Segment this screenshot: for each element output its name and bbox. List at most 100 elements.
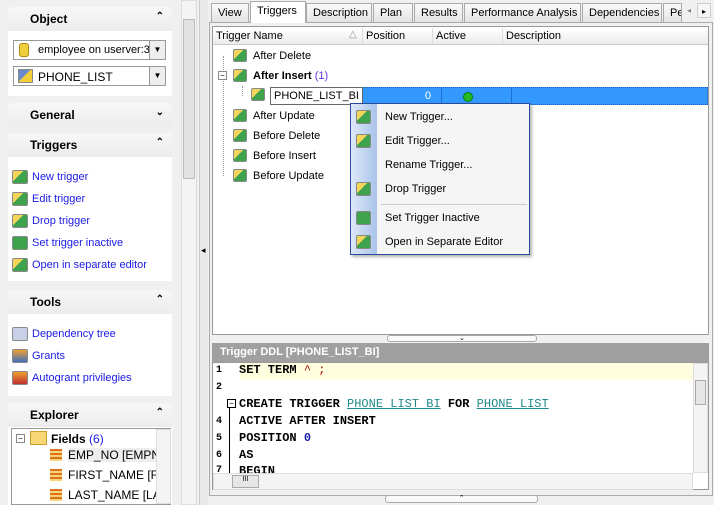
menu-open-separate-editor[interactable]: Open in Separate Editor xyxy=(385,236,503,248)
autogrant-link[interactable]: Autogrant privilegies xyxy=(12,371,132,385)
tab-dependencies[interactable]: Dependencies xyxy=(582,3,662,22)
fields-label: Fields xyxy=(51,432,86,446)
field-item[interactable]: LAST_NAME [LA xyxy=(68,488,161,502)
field-label: EMP_NO [EMPN xyxy=(68,448,161,462)
left-panel-scrollbar[interactable] xyxy=(181,0,197,505)
tab-scroll-left-icon[interactable]: ◂ xyxy=(682,3,696,18)
scrollbar-thumb[interactable] xyxy=(183,19,195,179)
tab-scroll-right-icon[interactable]: ▸ xyxy=(697,3,711,18)
code-line-3: CREATE TRIGGER PHONE LIST BI FOR PHONE L… xyxy=(239,397,549,411)
line-number: 2 xyxy=(216,382,223,393)
triggers-title: Triggers xyxy=(30,138,78,152)
database-combo[interactable]: employee on userver:3 ▼ xyxy=(13,40,166,60)
chevron-down-icon[interactable]: ▼ xyxy=(149,67,165,85)
edit-trigger-link[interactable]: Edit trigger xyxy=(12,192,85,206)
field-item[interactable]: EMP_NO [EMPN xyxy=(68,448,161,462)
folder-icon xyxy=(30,431,47,445)
dependency-tree-link[interactable]: Dependency tree xyxy=(12,327,116,341)
collapse-icon[interactable]: ⌃ xyxy=(156,11,164,22)
menu-set-trigger-inactive[interactable]: Set Trigger Inactive xyxy=(385,212,480,224)
link-label: Autogrant privilegies xyxy=(32,372,132,384)
chevron-down-icon[interactable]: ▼ xyxy=(149,41,165,59)
expand-icon[interactable]: ⌄ xyxy=(156,107,164,118)
grid-header: Trigger Name △ Position Active Descripti… xyxy=(213,28,708,45)
link-label: Edit trigger xyxy=(32,193,86,205)
drop-trigger-icon xyxy=(356,182,371,196)
column-active[interactable]: Active xyxy=(436,30,466,42)
object-title: Object xyxy=(30,12,68,26)
trigger-group-icon xyxy=(233,109,247,122)
link-label: Open in separate editor xyxy=(32,259,147,271)
tab-results[interactable]: Results xyxy=(414,3,463,22)
code-line-6: AS xyxy=(239,448,254,462)
table-combo[interactable]: PHONE_LIST ▼ xyxy=(13,66,166,86)
column-position[interactable]: Position xyxy=(366,30,405,42)
column-description[interactable]: Description xyxy=(506,30,561,42)
tab-more[interactable]: Pe xyxy=(663,3,682,22)
ddl-vertical-scrollbar[interactable] xyxy=(693,363,708,473)
explorer-title: Explorer xyxy=(30,408,79,422)
tab-view[interactable]: View xyxy=(211,3,249,22)
group-before-update[interactable]: Before Update xyxy=(253,170,324,182)
grants-link[interactable]: Grants xyxy=(12,349,65,363)
vertical-splitter[interactable]: ◂ xyxy=(199,0,208,505)
menu-rename-trigger[interactable]: Rename Trigger... xyxy=(385,159,472,171)
tab-label: Pe xyxy=(670,7,681,19)
object-panel-header[interactable]: Object ⌃ xyxy=(8,7,172,31)
drop-trigger-link[interactable]: Drop trigger xyxy=(12,214,90,228)
group-before-delete[interactable]: Before Delete xyxy=(253,130,320,142)
open-editor-icon xyxy=(12,258,28,272)
bottom-splitter[interactable]: ⌃ xyxy=(385,495,538,503)
scrollbar-thumb[interactable]: III xyxy=(232,475,259,488)
line-number: 5 xyxy=(216,433,223,444)
open-separate-editor-link[interactable]: Open in separate editor xyxy=(12,258,147,272)
trigger-group-icon xyxy=(233,69,247,82)
new-trigger-link[interactable]: New trigger xyxy=(12,170,88,184)
menu-drop-trigger[interactable]: Drop Trigger xyxy=(385,183,446,195)
column-trigger-name[interactable]: Trigger Name xyxy=(216,30,283,42)
tab-plan[interactable]: Plan xyxy=(373,3,413,22)
new-trigger-icon xyxy=(12,170,28,184)
general-title: General xyxy=(30,108,75,122)
tab-triggers[interactable]: Triggers xyxy=(250,1,306,23)
field-item[interactable]: FIRST_NAME [FI xyxy=(68,468,161,482)
link-label: New trigger xyxy=(32,171,89,183)
fold-toggle[interactable]: − xyxy=(227,399,236,408)
explorer-scrollbar[interactable] xyxy=(156,429,171,504)
menu-new-trigger[interactable]: New Trigger... xyxy=(385,111,453,123)
link-label: Drop trigger xyxy=(32,215,91,227)
collapse-icon[interactable]: ⌃ xyxy=(156,407,164,418)
menu-edit-trigger[interactable]: Edit Trigger... xyxy=(385,135,450,147)
sort-ascending-icon: △ xyxy=(349,29,357,40)
group-after-update[interactable]: After Update xyxy=(253,110,315,122)
ddl-title: Trigger DDL [PHONE_LIST_BI] xyxy=(220,346,380,358)
scrollbar-thumb[interactable] xyxy=(695,380,706,405)
tab-performance-analysis[interactable]: Performance Analysis xyxy=(464,3,581,22)
trigger-group-icon xyxy=(233,129,247,142)
table-value: PHONE_LIST xyxy=(38,70,113,84)
code-line-4: ACTIVE AFTER INSERT xyxy=(239,414,376,428)
grants-icon xyxy=(12,349,28,363)
set-trigger-inactive-link[interactable]: Set trigger inactive xyxy=(12,236,123,250)
field-icon xyxy=(50,449,62,461)
collapse-toggle[interactable]: − xyxy=(16,434,25,443)
fields-node[interactable]: Fields (6) xyxy=(51,432,104,446)
group-after-insert[interactable]: After Insert (1) xyxy=(253,70,328,82)
ddl-horizontal-scrollbar[interactable]: III xyxy=(213,473,693,490)
horizontal-splitter[interactable]: ⌄ xyxy=(387,335,537,342)
collapse-toggle[interactable]: − xyxy=(218,71,227,80)
dependency-tree-icon xyxy=(12,327,28,341)
code-line-5: POSITION 0 xyxy=(239,431,312,445)
general-panel-header[interactable]: General ⌄ xyxy=(8,103,172,127)
edit-trigger-icon xyxy=(12,192,28,206)
collapse-icon[interactable]: ⌃ xyxy=(156,137,164,148)
collapse-left-icon[interactable]: ◂ xyxy=(201,245,206,256)
collapse-icon[interactable]: ⌃ xyxy=(156,294,164,305)
explorer-panel-header[interactable]: Explorer ⌃ xyxy=(8,403,172,427)
group-count: (1) xyxy=(314,70,329,82)
tools-panel-header[interactable]: Tools ⌃ xyxy=(8,290,172,314)
group-after-delete[interactable]: After Delete xyxy=(253,50,311,62)
triggers-panel-header[interactable]: Triggers ⌃ xyxy=(8,133,172,157)
group-before-insert[interactable]: Before Insert xyxy=(253,150,316,162)
tab-description[interactable]: Description xyxy=(306,3,372,22)
